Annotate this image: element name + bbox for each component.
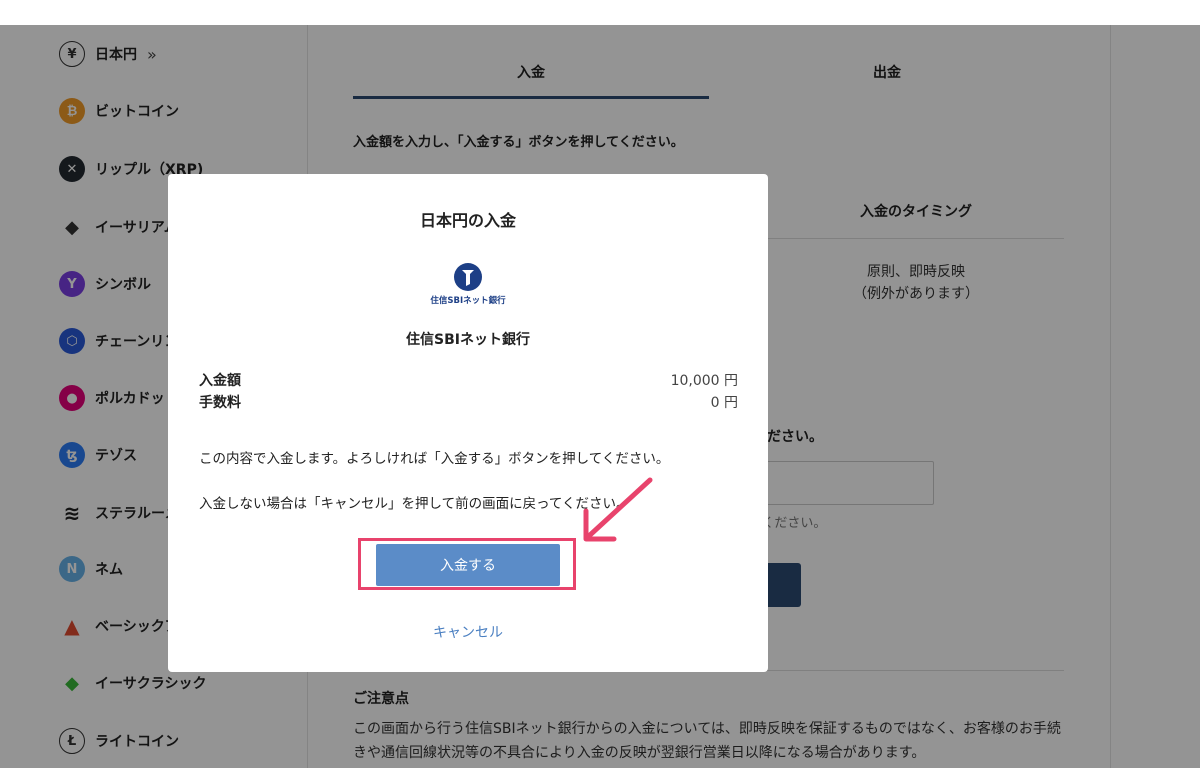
bank-name: 住信SBIネット銀行 — [406, 332, 530, 348]
fee-value: 0 円 — [710, 395, 738, 411]
amount-value: 10,000 円 — [670, 373, 738, 389]
highlight-box — [358, 538, 576, 590]
amount-row: 入金額 10,000 円 — [199, 370, 738, 390]
annotation-arrow-icon — [583, 477, 653, 542]
deposit-confirm-modal: 日本円の入金 住信SBIネット銀行 住信SBIネット銀行 入金額 10,000 … — [168, 174, 768, 672]
fee-row: 手数料 0 円 — [199, 392, 738, 412]
modal-title: 日本円の入金 — [419, 211, 516, 230]
cancel-link[interactable]: キャンセル — [168, 622, 768, 642]
top-bar — [0, 0, 1200, 25]
fee-label: 手数料 — [199, 395, 241, 411]
amount-label: 入金額 — [199, 373, 241, 389]
bank-logo-text: 住信SBIネット銀行 — [430, 296, 506, 306]
confirm-message: この内容で入金します。よろしければ「入金する」ボタンを押してください。 — [199, 451, 670, 467]
bank-logo: 住信SBIネット銀行 — [429, 262, 507, 308]
cancel-message: 入金しない場合は「キャンセル」を押して前の画面に戻ってください。 — [199, 496, 630, 512]
